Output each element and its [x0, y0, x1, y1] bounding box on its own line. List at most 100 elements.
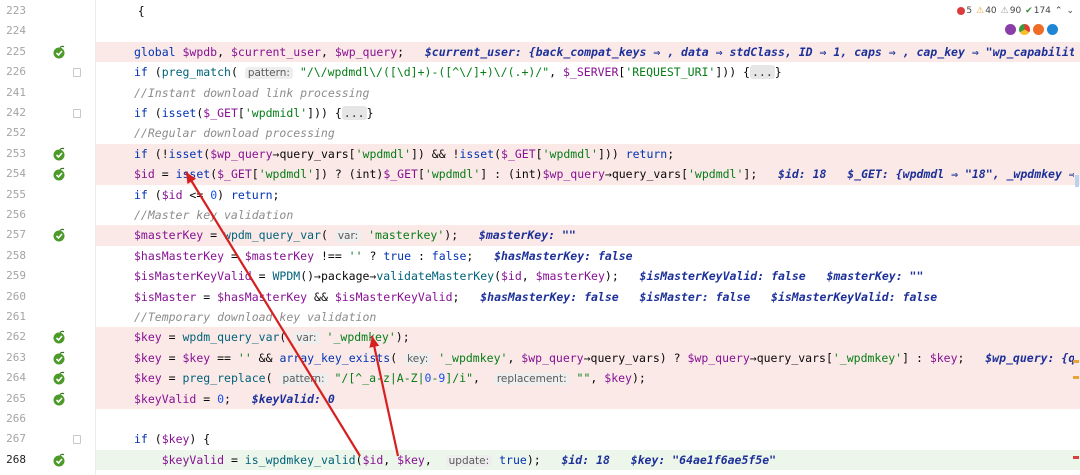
line-number[interactable]: 255: [0, 185, 26, 205]
line-number[interactable]: 261: [0, 307, 26, 327]
code-line-256[interactable]: 256 //Master key validation: [0, 205, 1080, 225]
breakpoint-verified-icon[interactable]: [52, 453, 66, 467]
code-text[interactable]: global $wpdb, $current_user, $wp_query; …: [134, 42, 1074, 62]
code-line-261[interactable]: 261 //Temporary download key validation: [0, 307, 1080, 327]
code-line-241[interactable]: 241 //Instant download link processing: [0, 83, 1080, 103]
code-text[interactable]: if (preg_match( pattern: "/\/wpdmdl\/([\…: [134, 62, 1074, 82]
line-number[interactable]: 259: [0, 266, 26, 286]
line-number[interactable]: 266: [0, 409, 26, 429]
code-line-242[interactable]: 242 if (isset($_GET['wpdmidl'])) {...}: [0, 103, 1080, 123]
line-number[interactable]: 226: [0, 62, 26, 82]
code-text[interactable]: $isMasterKeyValid = WPDM()→package→valid…: [134, 266, 1074, 286]
code-text[interactable]: //Instant download link processing: [134, 83, 1074, 103]
code-text[interactable]: if (!isset($wp_query→query_vars['wpdmdl'…: [134, 144, 1074, 164]
code-line-254[interactable]: 254 $id = isset($_GET['wpdmdl']) ? (int)$…: [0, 164, 1080, 185]
code-line-226[interactable]: 226 if (preg_match( pattern: "/\/wpdmdl\/…: [0, 62, 1080, 82]
breakpoint-verified-icon[interactable]: [52, 392, 66, 406]
stripe-mark[interactable]: [1073, 456, 1079, 459]
code-text[interactable]: $hasMasterKey = $masterKey !== '' ? true…: [134, 246, 1074, 266]
line-number[interactable]: 224: [0, 21, 26, 41]
code-line-255[interactable]: 255 if ($id <= 0) return;: [0, 185, 1080, 205]
line-number[interactable]: 241: [0, 83, 26, 103]
check-icon: ✔: [1025, 6, 1033, 16]
checks-count: 174: [1033, 6, 1051, 16]
phpstorm-icon[interactable]: [1005, 24, 1016, 35]
checks-indicator[interactable]: ✔ 174: [1025, 6, 1051, 16]
line-number[interactable]: 264: [0, 368, 26, 388]
code-line-225[interactable]: 225 global $wpdb, $current_user, $wp_quer…: [0, 41, 1080, 63]
line-number[interactable]: 254: [0, 164, 26, 184]
breakpoint-verified-icon[interactable]: [52, 351, 66, 365]
code-text[interactable]: //Temporary download key validation: [134, 307, 1074, 327]
weak-warnings-indicator[interactable]: ⚠ 90: [1001, 6, 1022, 16]
errors-indicator[interactable]: 5: [957, 6, 972, 16]
line-number[interactable]: 268: [0, 450, 26, 470]
line-number[interactable]: 263: [0, 348, 26, 368]
code-text[interactable]: if ($key) {: [134, 429, 1074, 449]
code-line-257[interactable]: 257 $masterKey = wpdm_query_var( var: 'ma…: [0, 225, 1080, 246]
fold-toggle-icon[interactable]: [73, 68, 81, 78]
code-text[interactable]: $isMaster = $hasMasterKey && $isMasterKe…: [134, 287, 1074, 307]
code-text[interactable]: [134, 21, 1074, 41]
fold-toggle-icon[interactable]: [73, 435, 81, 445]
code-text[interactable]: $key = wpdm_query_var( var: '_wpdmkey');: [134, 327, 1074, 347]
previous-highlight-button[interactable]: ⌃: [1055, 6, 1063, 16]
breakpoint-verified-icon[interactable]: [52, 228, 66, 242]
code-text[interactable]: $id = isset($_GET['wpdmdl']) ? (int)$_GE…: [134, 164, 1074, 184]
code-line-268[interactable]: 268 $keyValid = is_wpdmkey_valid($id, $k…: [0, 449, 1080, 471]
line-number[interactable]: 223: [0, 1, 26, 21]
line-number[interactable]: 262: [0, 327, 26, 347]
breakpoint-verified-icon[interactable]: [52, 45, 66, 59]
code-line-258[interactable]: 258 $hasMasterKey = $masterKey !== '' ? t…: [0, 246, 1080, 266]
code-line-253[interactable]: 253 if (!isset($wp_query→query_vars['wpdm…: [0, 143, 1080, 165]
weak-warnings-count: 90: [1009, 6, 1022, 16]
code-line-267[interactable]: 267 if ($key) {: [0, 429, 1080, 449]
breakpoint-verified-icon[interactable]: [52, 167, 66, 181]
code-line-224[interactable]: 224: [0, 21, 1080, 41]
code-line-265[interactable]: 265 $keyValid = 0; $keyValid: 0: [0, 388, 1080, 409]
line-number[interactable]: 253: [0, 144, 26, 164]
line-number[interactable]: 265: [0, 389, 26, 409]
code-editor[interactable]: 5 ⚠ 40 ⚠ 90 ✔ 174 ⌃ ⌄ 223 {224 225 global $wp…: [0, 0, 1080, 475]
stripe-mark[interactable]: [1075, 175, 1079, 187]
chrome-icon[interactable]: [1019, 24, 1030, 35]
code-text[interactable]: $key = $key == '' && array_key_exists( k…: [134, 348, 1074, 368]
error-stripe[interactable]: [1072, 0, 1080, 475]
code-line-223[interactable]: 223 {: [0, 1, 1080, 21]
line-number[interactable]: 242: [0, 103, 26, 123]
code-line-252[interactable]: 252 //Regular download processing: [0, 123, 1080, 143]
line-number[interactable]: 257: [0, 225, 26, 245]
code-line-260[interactable]: 260 $isMaster = $hasMasterKey && $isMaste…: [0, 287, 1080, 307]
line-number[interactable]: 225: [0, 42, 26, 62]
edge-icon[interactable]: [1047, 24, 1058, 35]
code-line-259[interactable]: 259 $isMasterKeyValid = WPDM()→package→va…: [0, 266, 1080, 286]
stripe-mark[interactable]: [1073, 376, 1079, 379]
line-number[interactable]: 260: [0, 287, 26, 307]
code-text[interactable]: if (isset($_GET['wpdmidl'])) {...}: [134, 103, 1074, 123]
line-number[interactable]: 258: [0, 246, 26, 266]
code-text[interactable]: $key = preg_replace( pattern: "/[^_a-z|A…: [134, 368, 1074, 388]
stripe-mark[interactable]: [1073, 360, 1079, 363]
code-text[interactable]: //Regular download processing: [134, 123, 1074, 143]
breakpoint-verified-icon[interactable]: [52, 330, 66, 344]
code-text[interactable]: {: [110, 1, 1074, 21]
code-text[interactable]: //Master key validation: [134, 205, 1074, 225]
line-number[interactable]: 256: [0, 205, 26, 225]
breakpoint-verified-icon[interactable]: [52, 147, 66, 161]
code-line-264[interactable]: 264 $key = preg_replace( pattern: "/[^_a-…: [0, 368, 1080, 389]
code-text[interactable]: $masterKey = wpdm_query_var( var: 'maste…: [134, 225, 1074, 245]
code-text[interactable]: $keyValid = 0; $keyValid: 0: [134, 389, 1074, 409]
code-line-266[interactable]: 266: [0, 409, 1080, 429]
inspection-status-bar[interactable]: 5 ⚠ 40 ⚠ 90 ✔ 174 ⌃ ⌄: [957, 4, 1074, 18]
code-line-262[interactable]: 262 $key = wpdm_query_var( var: '_wpdmkey…: [0, 327, 1080, 348]
code-text[interactable]: if ($id <= 0) return;: [134, 185, 1074, 205]
warnings-indicator[interactable]: ⚠ 40: [976, 6, 997, 16]
line-number[interactable]: 267: [0, 429, 26, 449]
line-number[interactable]: 252: [0, 123, 26, 143]
code-text[interactable]: [134, 409, 1074, 429]
code-line-263[interactable]: 263 $key = $key == '' && array_key_exists…: [0, 347, 1080, 369]
breakpoint-verified-icon[interactable]: [52, 371, 66, 385]
firefox-icon[interactable]: [1033, 24, 1044, 35]
code-text[interactable]: $keyValid = is_wpdmkey_valid($id, $key, …: [134, 450, 1074, 470]
fold-toggle-icon[interactable]: [73, 109, 81, 118]
